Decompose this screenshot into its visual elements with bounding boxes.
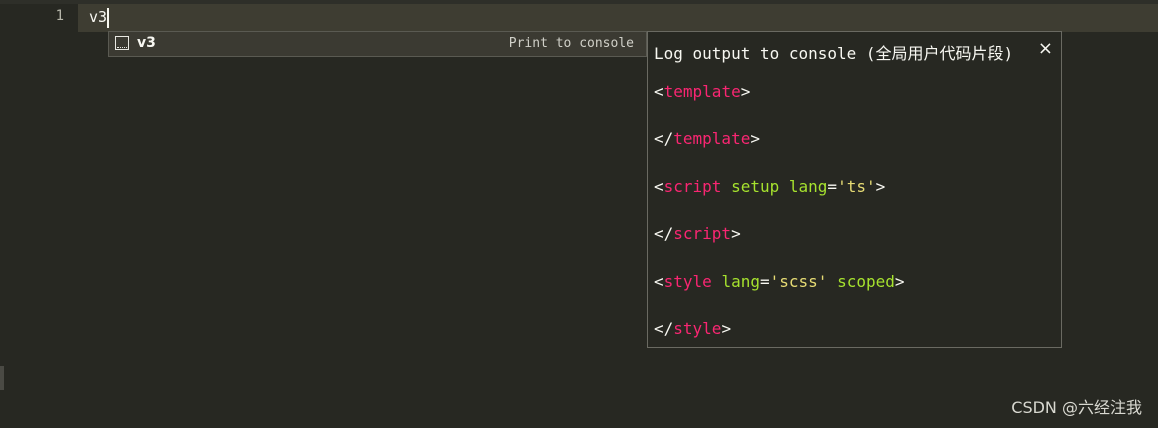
code-line-text[interactable]: v3: [89, 8, 107, 26]
snippet-line-script-close: </script>: [654, 224, 741, 243]
text-caret: [107, 8, 109, 28]
snippet-line-style-open: <style lang='scss' scoped>: [654, 272, 905, 291]
scrollbar-marker[interactable]: [0, 366, 4, 390]
watermark: CSDN @六经注我: [1011, 398, 1142, 417]
snippet-detail-title: Log output to console (全局用户代码片段): [654, 44, 1014, 63]
autocomplete-item[interactable]: v3 Print to console: [109, 32, 646, 56]
snippet-line-template-close: </template>: [654, 129, 760, 148]
autocomplete-trigger: v3: [137, 35, 156, 51]
current-line-highlight: [78, 4, 1158, 32]
snippet-line-style-close: </style>: [654, 319, 732, 338]
line-number: 1: [55, 8, 64, 24]
snippet-line-script-open: <script setup lang='ts'>: [654, 177, 886, 196]
snippet-icon: [115, 36, 129, 50]
snippet-line-template-open: <template>: [654, 82, 751, 101]
autocomplete-annotation: Print to console: [508, 36, 634, 51]
autocomplete-popup: v3 Print to console: [108, 31, 647, 57]
close-icon[interactable]: ×: [1038, 38, 1053, 59]
snippet-detail-panel: Log output to console (全局用户代码片段) × <temp…: [647, 31, 1062, 348]
